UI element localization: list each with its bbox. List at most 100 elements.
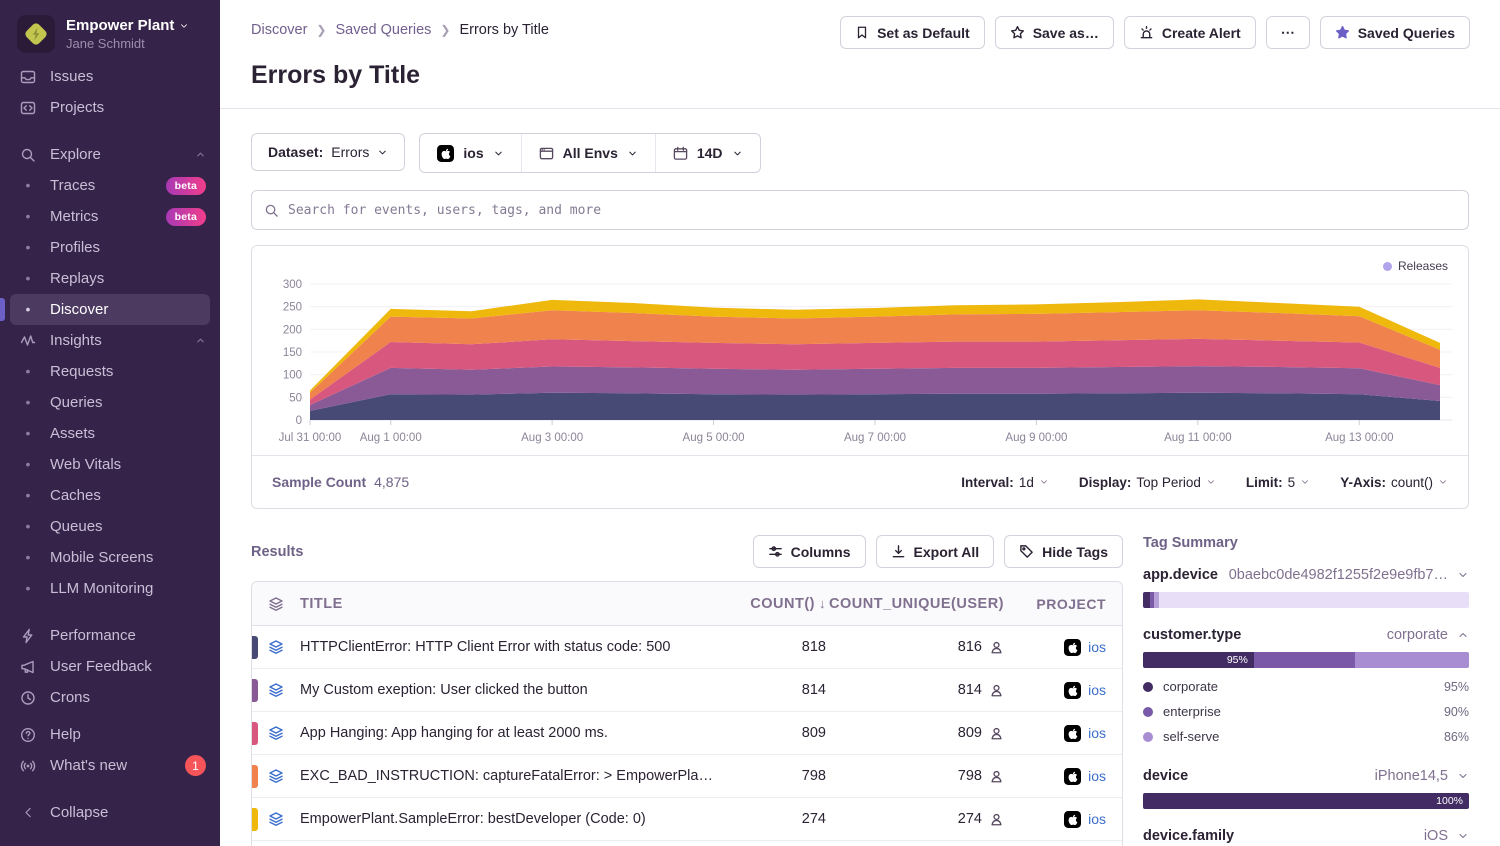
insights-icon	[18, 333, 38, 349]
saved-queries-button[interactable]: Saved Queries	[1320, 16, 1470, 49]
sidebar-item-what-s-new[interactable]: What's new1	[0, 750, 220, 781]
sidebar-item-user-feedback[interactable]: User Feedback	[0, 651, 220, 682]
save-as-button[interactable]: Save as…	[995, 16, 1114, 49]
project-link[interactable]: ios	[1088, 682, 1106, 698]
sidebar-item-web-vitals[interactable]: •Web Vitals	[0, 449, 220, 480]
error-title[interactable]: EXC_BAD_INSTRUCTION: captureFatalError: …	[300, 768, 726, 784]
tag-header-app-device[interactable]: app.device0baebc0de4982f1255f2e9e9fb7…	[1143, 567, 1469, 583]
tag-header-device-family[interactable]: device.familyiOS	[1143, 828, 1469, 844]
calendar-icon	[673, 146, 688, 161]
search-input[interactable]	[288, 203, 1456, 218]
tag-legend-row[interactable]: enterprise90%	[1143, 699, 1469, 724]
sidebar-item-requests[interactable]: •Requests	[0, 356, 220, 387]
chevron-down-icon	[1300, 477, 1310, 487]
sidebar-item-replays[interactable]: •Replays	[0, 263, 220, 294]
sidebar-item-llm-monitoring[interactable]: •LLM Monitoring	[0, 573, 220, 604]
hide-tags-button[interactable]: Hide Tags	[1004, 535, 1123, 568]
display-control[interactable]: Display:Top Period	[1079, 475, 1216, 490]
stack-trace-icon[interactable]	[252, 639, 300, 655]
breadcrumb-saved-queries[interactable]: Saved Queries	[335, 22, 431, 38]
chevron-down-icon	[179, 21, 189, 31]
chart-footer: Sample Count4,875 Interval:1d Display:Top…	[252, 455, 1468, 508]
sidebar-item-help[interactable]: Help	[0, 719, 220, 750]
y-axis-control[interactable]: Y-Axis:count()	[1340, 475, 1448, 490]
stack-trace-icon[interactable]	[252, 682, 300, 698]
tag-legend-row[interactable]: corporate95%	[1143, 674, 1469, 699]
error-title[interactable]: App Hanging: App hanging for at least 20…	[300, 725, 726, 741]
tag-distribution-bar[interactable]: 95%	[1143, 652, 1469, 668]
limit-control[interactable]: Limit:5	[1246, 475, 1310, 490]
project-link[interactable]: ios	[1088, 725, 1106, 741]
set-as-default-button[interactable]: Set as Default	[840, 16, 985, 49]
column-project[interactable]: PROJECT	[1004, 596, 1122, 612]
sidebar-item-traces[interactable]: •Tracesbeta	[0, 170, 220, 201]
sidebar-item-metrics[interactable]: •Metricsbeta	[0, 201, 220, 232]
org-switcher[interactable]: Empower Plant Jane Schmidt	[0, 0, 220, 57]
count-value: 274	[726, 811, 826, 827]
table-row: EmpowerPlant.SampleError: bestDeveloper …	[252, 798, 1122, 841]
tag-top-value: iPhone14,5	[1197, 768, 1448, 784]
results-buttons: Columns Export All Hide Tags	[753, 535, 1123, 568]
columns-button[interactable]: Columns	[753, 535, 866, 568]
stack-trace-icon[interactable]	[252, 811, 300, 827]
sidebar-item-insights[interactable]: Insights	[0, 325, 220, 356]
column-title[interactable]: TITLE	[300, 596, 726, 612]
tag-legend-row[interactable]: self-serve86%	[1143, 724, 1469, 749]
bullet-icon: •	[18, 356, 38, 387]
stack-trace-icon[interactable]	[252, 725, 300, 741]
column-count[interactable]: COUNT()↓	[726, 596, 826, 612]
error-title[interactable]: HTTPClientError: HTTP Client Error with …	[300, 639, 726, 655]
sidebar-collapse-button[interactable]: Collapse	[18, 797, 206, 828]
bullet-icon: •	[18, 418, 38, 449]
star-filled-icon	[1335, 25, 1350, 40]
sidebar-item-projects[interactable]: Projects	[0, 92, 220, 123]
sidebar-item-issues[interactable]: Issues	[0, 61, 220, 92]
table-row: App Hanging: App hanging for at least 20…	[252, 712, 1122, 755]
page-filters-group: ios All Envs 14D	[419, 133, 760, 173]
interval-control[interactable]: Interval:1d	[961, 475, 1049, 490]
stack-trace-icon[interactable]	[252, 768, 300, 784]
project-link[interactable]: ios	[1088, 811, 1106, 827]
svg-text:Aug 9 00:00: Aug 9 00:00	[1005, 432, 1067, 444]
legend-label: enterprise	[1163, 704, 1434, 719]
beta-badge: beta	[166, 208, 206, 226]
sidebar-item-label: Help	[50, 726, 81, 743]
environment-filter[interactable]: All Envs	[521, 134, 655, 172]
bullet-icon: •	[18, 232, 38, 263]
legend-percent: 95%	[1444, 680, 1469, 694]
sidebar-item-queues[interactable]: •Queues	[0, 511, 220, 542]
tag-distribution-bar[interactable]	[1143, 592, 1469, 608]
chevron-left-icon	[18, 806, 38, 819]
tag-header-customer-type[interactable]: customer.typecorporate	[1143, 627, 1469, 643]
sidebar-item-profiles[interactable]: •Profiles	[0, 232, 220, 263]
error-title[interactable]: EmpowerPlant.SampleError: bestDeveloper …	[300, 811, 726, 827]
events-chart[interactable]: Releases 050100150200250300Jul 31 00:00A…	[252, 246, 1468, 455]
sidebar-item-explore[interactable]: Explore	[0, 139, 220, 170]
project-link[interactable]: ios	[1088, 768, 1106, 784]
alert-siren-icon	[1139, 25, 1154, 40]
breadcrumb-discover[interactable]: Discover	[251, 22, 307, 38]
sidebar-item-queries[interactable]: •Queries	[0, 387, 220, 418]
tag-distribution-bar[interactable]: 100%	[1143, 793, 1469, 809]
sidebar-item-discover[interactable]: •Discover	[10, 294, 210, 325]
active-indicator	[0, 298, 5, 321]
sample-count: Sample Count4,875	[272, 474, 409, 490]
more-options-button[interactable]: ⋯	[1266, 16, 1310, 49]
sidebar-item-crons[interactable]: Crons	[0, 682, 220, 713]
sidebar-item-assets[interactable]: •Assets	[0, 418, 220, 449]
project-link[interactable]: ios	[1088, 639, 1106, 655]
header-actions: Set as Default Save as… Create Alert ⋯ S…	[840, 16, 1470, 49]
sidebar-item-performance[interactable]: Performance	[0, 620, 220, 651]
chart-legend[interactable]: Releases	[1383, 259, 1448, 273]
export-all-button[interactable]: Export All	[876, 535, 995, 568]
column-count-unique[interactable]: COUNT_UNIQUE(USER)	[826, 596, 1004, 612]
sidebar-item-caches[interactable]: •Caches	[0, 480, 220, 511]
table-row: EXC_BAD_INSTRUCTION: captureFatalError: …	[252, 755, 1122, 798]
dataset-selector[interactable]: Dataset: Errors	[251, 133, 405, 171]
tag-header-device[interactable]: deviceiPhone14,5	[1143, 768, 1469, 784]
date-range-filter[interactable]: 14D	[655, 134, 760, 172]
create-alert-button[interactable]: Create Alert	[1124, 16, 1256, 49]
sidebar-item-mobile-screens[interactable]: •Mobile Screens	[0, 542, 220, 573]
project-filter[interactable]: ios	[420, 134, 520, 172]
error-title[interactable]: My Custom exeption: User clicked the but…	[300, 682, 726, 698]
